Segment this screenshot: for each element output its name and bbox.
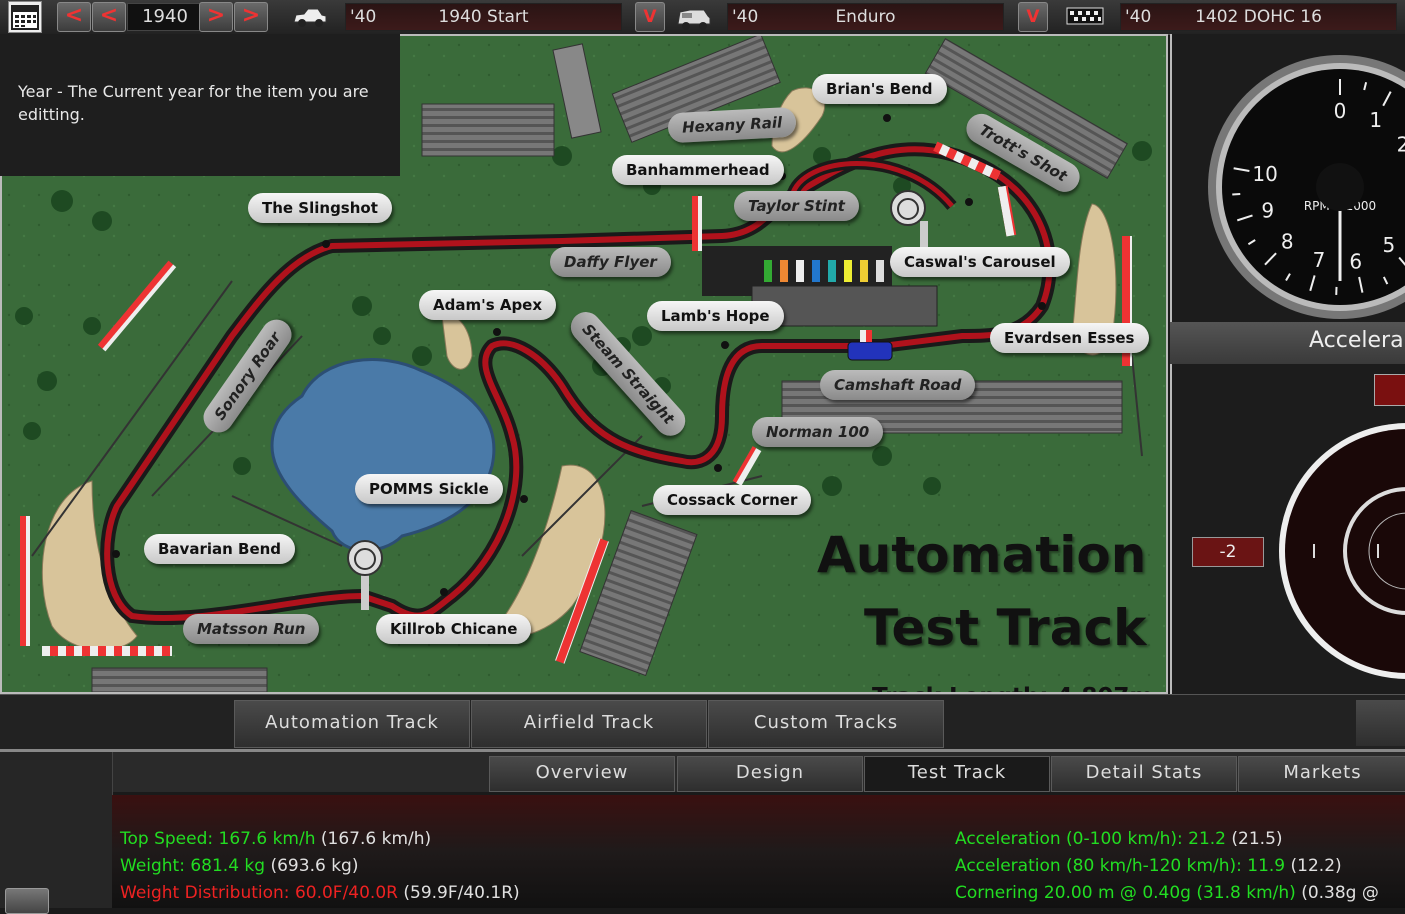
car-variant-icon (676, 6, 712, 28)
variant-select[interactable]: '40 Enduro (727, 3, 1004, 31)
corner-label: Norman 100 (752, 417, 883, 447)
year-next-fast-button[interactable]: > (234, 2, 268, 32)
acceleration-title: Accelera (1309, 328, 1404, 353)
corner-label: Lamb's Hope (647, 301, 784, 331)
stat-accel-80-120-value: Acceleration (80 km/h-120 km/h): 11.9 (955, 856, 1285, 876)
collapse-button[interactable] (5, 888, 49, 914)
stat-top-speed-compare: (167.6 km/h) (321, 829, 431, 849)
stat-weight-compare: (693.6 kg) (270, 856, 358, 876)
rpm-tick-label: 9 (1261, 198, 1274, 222)
car-model-select[interactable]: '40 1940 Start (345, 3, 622, 31)
car-model-icon (292, 6, 328, 28)
stat-weight-distribution: Weight Distribution: 60.0F/40.0R (59.9F/… (120, 883, 520, 903)
rpm-minor-tick (1232, 194, 1240, 195)
corner-label: Brian's Bend (812, 74, 947, 104)
engine-name: 1402 DOHC 16 (1121, 4, 1396, 30)
engine-icon (1066, 5, 1104, 27)
stat-cornering-value: Cornering 20.00 m @ 0.40g (31.8 km/h) (955, 883, 1296, 903)
year-prev-button[interactable]: < (92, 2, 126, 32)
lateral-g-readout: -2 (1192, 537, 1264, 567)
rpm-tick-label: 1 (1369, 108, 1382, 132)
tooltip-text: Year - The Current year for the item you… (18, 80, 388, 126)
stat-accel-80-120-compare: (12.2) (1291, 856, 1342, 876)
tab-automation-track[interactable]: Automation Track (234, 700, 470, 748)
rpm-tick-label: 2 (1397, 133, 1405, 157)
tab-overview[interactable]: Overview (489, 756, 675, 792)
rpm-tick-label: 7 (1313, 248, 1326, 272)
corner-label: The Slingshot (248, 193, 392, 223)
corner-label: Evardsen Esses (990, 323, 1149, 353)
stat-weight-value: Weight: 681.4 kg (120, 856, 265, 876)
corner-label: Taylor Stint (734, 191, 859, 221)
stat-weight-distribution-compare: (59.9F/40.1R) (403, 883, 519, 903)
variant-dropdown-button[interactable]: V (1018, 2, 1048, 32)
corner-label: Adam's Apex (419, 290, 556, 320)
tab-design[interactable]: Design (677, 756, 863, 792)
tab-test-track[interactable]: Test Track (864, 756, 1050, 792)
rpm-tick-label: 10 (1252, 162, 1277, 186)
calendar-icon[interactable] (8, 1, 42, 33)
corner-label: Camshaft Road (820, 370, 975, 400)
stat-accel-0-100-compare: (21.5) (1231, 829, 1282, 849)
stat-top-speed: Top Speed: 167.6 km/h (167.6 km/h) (120, 829, 431, 849)
stat-top-speed-value: Top Speed: 167.6 km/h (120, 829, 316, 849)
rpm-tick-label: 0 (1334, 99, 1347, 123)
corner-label: Daffy Flyer (550, 247, 671, 277)
tooltip: Year - The Current year for the item you… (0, 34, 400, 176)
engine-select[interactable]: '40 1402 DOHC 16 (1120, 3, 1397, 31)
corner-label: Bavarian Bend (144, 534, 295, 564)
rpm-tick-label: 6 (1349, 249, 1362, 273)
tab-detail-stats[interactable]: Detail Stats (1051, 756, 1237, 792)
track-title-line1: Automation (817, 526, 1146, 584)
stats-panel: Top Speed: 167.6 km/h (167.6 km/h) Weigh… (112, 795, 1405, 908)
corner-label: POMMS Sickle (355, 474, 503, 504)
stat-accel-0-100: Acceleration (0-100 km/h): 21.2 (21.5) (955, 829, 1283, 849)
stat-cornering-compare: (0.38g @ (1301, 883, 1379, 903)
corner-label: Matsson Run (183, 614, 319, 644)
gauge-panel: 012345678910 RPM X 1000 (1170, 34, 1405, 694)
rpm-tick-label: 5 (1382, 233, 1395, 257)
stat-weight-distribution-value: Weight Distribution: 60.0F/40.0R (120, 883, 398, 903)
track-title-line2: Test Track (864, 599, 1146, 657)
rpm-gauge: 012345678910 RPM X 1000 (1172, 34, 1405, 694)
corner-label: Cossack Corner (653, 485, 811, 515)
tab-markets[interactable]: Markets (1238, 756, 1405, 792)
corner-label: Caswal's Carousel (890, 247, 1070, 277)
stat-accel-80-120: Acceleration (80 km/h-120 km/h): 11.9 (1… (955, 856, 1342, 876)
corner-label: Killrob Chicane (376, 614, 531, 644)
year-display: 1940 (127, 3, 203, 31)
track-length: Track Length: 4,807m (872, 684, 1153, 694)
year-next-button[interactable]: > (199, 2, 233, 32)
car-model-dropdown-button[interactable]: V (635, 2, 665, 32)
stat-accel-0-100-value: Acceleration (0-100 km/h): 21.2 (955, 829, 1226, 849)
rpm-tick-label: 8 (1281, 230, 1294, 254)
stat-cornering: Cornering 20.00 m @ 0.40g (31.8 km/h) (0… (955, 883, 1379, 903)
tab-custom-tracks[interactable]: Custom Tracks (708, 700, 944, 748)
car-model-name: 1940 Start (346, 4, 621, 30)
tab-airfield-track[interactable]: Airfield Track (471, 700, 707, 748)
variant-name: Enduro (728, 4, 1003, 30)
left-gutter (0, 752, 113, 908)
acceleration-header: Accelera (1170, 322, 1405, 364)
gauge-value-box (1374, 374, 1405, 406)
stat-weight: Weight: 681.4 kg (693.6 kg) (120, 856, 358, 876)
gauge-tab-stub[interactable] (1356, 700, 1405, 746)
year-prev-fast-button[interactable]: < (57, 2, 91, 32)
corner-label: Banhammerhead (612, 155, 784, 185)
